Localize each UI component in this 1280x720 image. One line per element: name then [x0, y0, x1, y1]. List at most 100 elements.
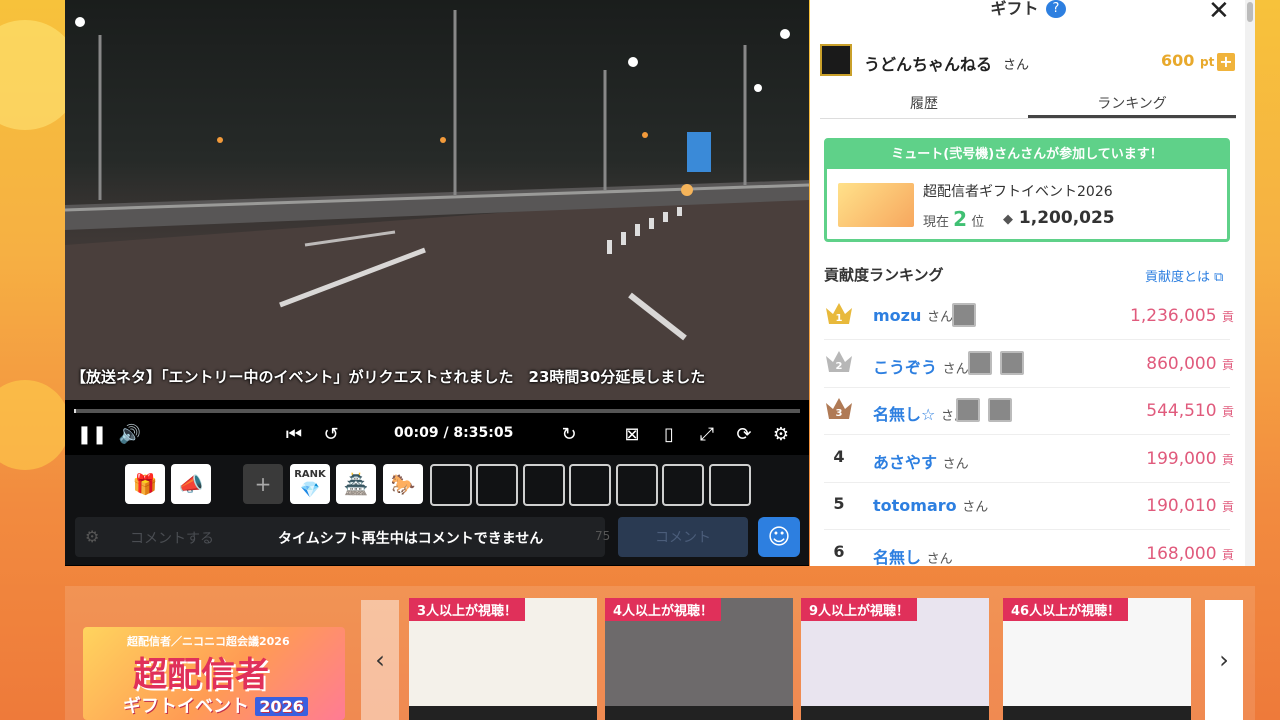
score-unit: 貢 — [1221, 310, 1234, 324]
panel-tabs: 履歴 ランキング — [820, 86, 1236, 119]
ranking-row[interactable]: 6 名無し さん 168,000 貢 — [824, 532, 1234, 567]
rank-gem-icon[interactable]: RANK 💎 — [290, 464, 330, 504]
external-link-icon: ⧉ — [1214, 270, 1224, 285]
carousel-prev-arrow[interactable]: ‹ — [361, 600, 399, 720]
contribution-help-link-text: 貢献度とは — [1145, 270, 1211, 285]
seek-bar-fill — [74, 409, 76, 413]
ranking-user-suffix: さん — [926, 551, 953, 567]
empty-tool-slot[interactable] — [523, 464, 565, 506]
empty-tool-slot[interactable] — [616, 464, 658, 506]
fullscreen-icon[interactable]: ⤢ — [695, 422, 719, 446]
rank-number: 4 — [833, 446, 845, 466]
viewer-badge: 4人以上が視聴！ — [605, 598, 722, 621]
event-logo-tagline-text: ギフトイベント — [123, 696, 249, 717]
contribution-score: 190,010 貢 — [1146, 496, 1234, 516]
rank-number: 6 — [833, 541, 845, 561]
ranking-user-name-text: totomaro — [873, 496, 957, 515]
event-rank: 現在 2 位 — [923, 207, 984, 231]
ranking-user-name-text: mozu — [873, 306, 922, 325]
seek-bar[interactable] — [74, 409, 800, 413]
comment-disabled-message: タイムシフト再生中はコメントできません — [278, 531, 544, 547]
stream-thumbnail[interactable]: 9人以上が視聴！ — [801, 598, 989, 720]
event-rank-number: 2 — [953, 207, 968, 231]
ranking-row[interactable]: 4 あさやす さん 199,000 貢 — [824, 437, 1234, 483]
tab-ranking[interactable]: ランキング — [1028, 93, 1236, 113]
ranking-user-name[interactable]: 名無し☆ さん — [873, 401, 967, 425]
stream-thumbnail[interactable]: 3人以上が視聴！ — [409, 598, 597, 720]
skip-back-icon[interactable]: ⏮ — [282, 422, 306, 446]
castle-icon[interactable]: 🏯 — [336, 464, 376, 504]
theater-mode-icon[interactable]: ▯ — [657, 422, 681, 446]
supporter-badge-icon — [988, 398, 1012, 422]
row-divider — [824, 386, 1230, 388]
comment-submit-button[interactable]: コメント — [618, 517, 748, 557]
crown-icon: 1 — [826, 303, 852, 324]
announce-icon[interactable]: 📣 — [171, 464, 211, 504]
ranking-user-suffix: さん — [942, 456, 969, 472]
ranking-user-name[interactable]: こうぞう さん — [873, 354, 969, 378]
broadcast-caption: 【放送ネタ】「エントリー中のイベント」がリクエストされました 23時間30分延長… — [71, 368, 706, 386]
forward-10-icon[interactable]: ↻ — [557, 422, 581, 446]
ranking-row[interactable]: 5 totomaro さん 190,010 貢 — [824, 484, 1234, 530]
thumbnail-title-bar — [409, 706, 597, 720]
contribution-score-value: 1,236,005 — [1130, 306, 1217, 326]
event-logo-tagline: ギフトイベント 2026 — [123, 692, 308, 718]
ranking-user-name-text: あさやす — [873, 452, 938, 472]
pause-icon[interactable]: ❚❚ — [77, 422, 107, 446]
ranking-user-suffix: さん — [926, 310, 953, 325]
carousel-next-arrow[interactable]: › — [1205, 600, 1243, 720]
panel-title: ギフト — [810, 0, 1255, 18]
empty-tool-slot[interactable] — [569, 464, 611, 506]
user-row: うどんちゃんねる さん 600 pt + — [820, 44, 1235, 78]
ranking-user-name[interactable]: あさやす さん — [873, 449, 969, 473]
tab-history[interactable]: 履歴 — [820, 93, 1028, 113]
event-participation-card[interactable]: ミュート(弐号機)さんさんが参加しています！ 超配信者ギフトイベント2026 現… — [824, 138, 1230, 242]
horse-icon[interactable]: 🐎 — [383, 464, 423, 504]
event-score-value: 1,200,025 — [1018, 208, 1115, 228]
empty-tool-slot[interactable] — [476, 464, 518, 506]
ranking-row[interactable]: 1 mozu さん 1,236,005 貢 — [824, 294, 1234, 340]
stream-thumbnail[interactable]: 4人以上が視聴！ — [605, 598, 793, 720]
event-banner-image — [838, 183, 914, 227]
rank-number: 1 — [836, 313, 843, 324]
close-icon[interactable]: ✕ — [1208, 0, 1230, 26]
add-points-button[interactable]: + — [1217, 53, 1235, 71]
scrollbar-thumb[interactable] — [1247, 2, 1253, 22]
event-header: ミュート(弐号機)さんさんが参加しています！ — [827, 141, 1227, 169]
volume-icon[interactable]: 🔊 — [118, 422, 142, 446]
empty-tool-slot[interactable] — [430, 464, 472, 506]
gem-icon: 💎 — [300, 480, 320, 499]
add-tool-button[interactable]: + — [243, 464, 283, 504]
ranking-row[interactable]: 2 こうぞう さん 860,000 貢 — [824, 342, 1234, 388]
contribution-score-value: 199,000 — [1146, 448, 1217, 469]
contribution-score: 199,000 貢 — [1146, 449, 1234, 469]
comment-settings-icon[interactable]: ⚙ — [85, 527, 105, 547]
event-logo-banner[interactable]: 超配信者／ニコニコ超会議2026 超配信者 ギフトイベント 2026 — [83, 627, 345, 720]
emoji-icon[interactable]: ☺ — [758, 517, 800, 557]
crown-icon: 3 — [826, 398, 852, 419]
gift-panel: ギフト ? ✕ うどんちゃんねる さん 600 pt + 履歴 ランキング ミュ… — [810, 0, 1255, 566]
contribution-help-link[interactable]: 貢献度とは ⧉ — [1145, 266, 1223, 285]
help-icon[interactable]: ? — [1046, 0, 1066, 18]
ranking-user-name[interactable]: totomaro さん — [873, 496, 988, 515]
contribution-score-value: 544,510 — [1146, 401, 1217, 421]
stream-thumbnail[interactable]: 46人以上が視聴！ — [1003, 598, 1191, 720]
empty-tool-slot[interactable] — [662, 464, 704, 506]
empty-tool-slot[interactable] — [709, 464, 751, 506]
gift-icon[interactable]: 🎁 — [125, 464, 165, 504]
row-divider — [824, 481, 1230, 483]
score-unit: 貢 — [1221, 357, 1234, 372]
reload-icon[interactable]: ⟳ — [732, 422, 756, 446]
user-name: うどんちゃんねる — [864, 55, 993, 74]
video-frame[interactable] — [65, 0, 809, 400]
comment-input[interactable]: ⚙ コメントする タイムシフト再生中はコメントできません 75 — [75, 517, 610, 557]
close-comments-icon[interactable]: ⊠ — [620, 422, 644, 446]
ranking-row[interactable]: 3 名無し☆ さん 544,510 貢 — [824, 389, 1234, 435]
panel-scrollbar[interactable] — [1245, 0, 1255, 566]
rewind-10-icon[interactable]: ↺ — [319, 422, 343, 446]
ranking-user-name[interactable]: 名無し さん — [873, 544, 953, 567]
ranking-user-name-text: 名無し☆ — [873, 405, 936, 424]
comment-bar: ⚙ コメントする タイムシフト再生中はコメントできません 75 コメント ☺ — [75, 517, 800, 557]
settings-gear-icon[interactable]: ⚙ — [769, 422, 793, 446]
ranking-user-name[interactable]: mozu さん — [873, 306, 953, 325]
